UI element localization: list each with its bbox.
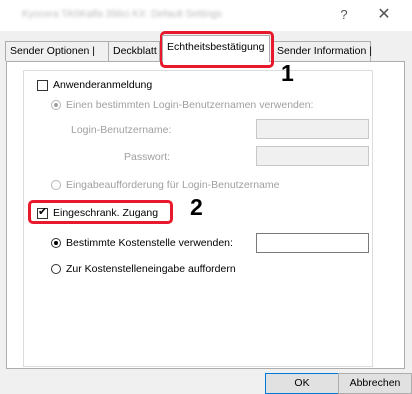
user-login-label: Anwenderanmeldung <box>53 79 153 91</box>
ok-button[interactable]: OK <box>265 373 339 394</box>
password-input[interactable] <box>256 146 369 166</box>
tab-cover-page[interactable]: Deckblatt <box>108 41 160 61</box>
login-user-label: Login-Benutzername: <box>71 124 172 136</box>
callout-2: 2 <box>190 194 203 220</box>
prompt-account-radio[interactable] <box>51 264 61 274</box>
title-bar: Kyocera TASKalfa 356ci KX: Default Setti… <box>0 0 412 31</box>
footer-divider <box>0 369 412 370</box>
prompt-account-label: Zur Kostenstelleneingabe auffordern <box>66 263 236 275</box>
use-specific-login-radio[interactable] <box>51 100 61 110</box>
cancel-button[interactable]: Abbrechen <box>338 373 412 394</box>
use-specific-login-label: Einen bestimmten Login-Benutzernamen ver… <box>66 99 314 111</box>
prompt-login-radio[interactable] <box>51 180 61 190</box>
window-title: Kyocera TASKalfa 356ci KX: Default Setti… <box>22 9 222 20</box>
login-user-input[interactable] <box>256 119 369 139</box>
tab-sender-information[interactable]: Sender Information | <box>272 41 372 61</box>
user-login-checkbox[interactable] <box>37 80 48 91</box>
tab-sender-options[interactable]: Sender Optionen | <box>5 41 109 61</box>
restricted-access-highlight <box>28 200 173 224</box>
prompt-login-label: Eingabeaufforderung für Login-Benutzerna… <box>66 179 280 191</box>
account-input[interactable] <box>256 233 369 253</box>
password-label: Passwort: <box>124 151 171 163</box>
close-icon[interactable]: ✕ <box>374 6 394 24</box>
use-account-radio[interactable] <box>51 238 61 248</box>
help-icon[interactable]: ? <box>334 6 354 24</box>
tab-authentication[interactable]: Echtheitsbestätigung <box>162 35 270 62</box>
callout-1: 1 <box>281 60 294 86</box>
use-account-label: Bestimmte Kostenstelle verwenden: <box>66 237 233 249</box>
